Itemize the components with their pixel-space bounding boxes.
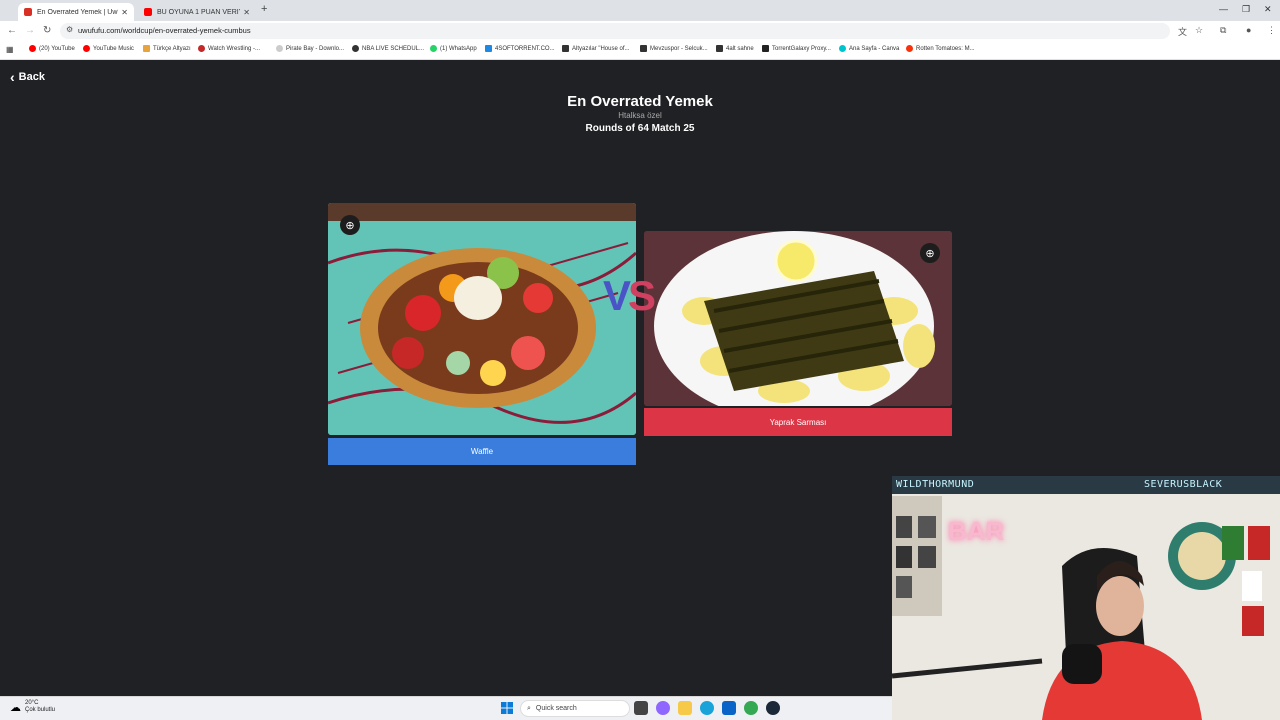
bookmark-4softorrent[interactable]: 4SOFTORRENT.CO... [485,45,555,52]
uwufufu-favicon-icon [24,8,32,16]
zoom-in-icon[interactable]: ⊕ [340,215,360,235]
round-indicator: Rounds of 64 Match 25 [585,123,695,134]
bookmark-altyazilar[interactable]: Altyazılar "House of... [562,45,630,52]
browser-toolbar: ← → ↻ ⚙ uwufufu.com/worldcup/en-overrate… [0,21,1280,41]
apps-grid-icon[interactable]: ▦ [6,45,14,54]
new-tab-plus-icon[interactable]: + [261,3,267,15]
weather-temp: 20°C [25,700,39,706]
tab-youtube-video[interactable]: BU OYUNA 1 PUAN VERİYORUM ✕ [138,3,256,21]
bookmark-star-icon[interactable]: ☆ [1195,25,1203,36]
zoom-in-icon[interactable]: ⊕ [920,243,940,263]
back-button[interactable]: ‹ Back [10,69,45,85]
streamer-name-left: WILDTHORMUND [896,479,975,490]
choose-waffle-button[interactable]: Waffle [328,438,636,465]
bookmarks-bar: ▦ (20) YouTube YouTube Music Türkçe Alty… [0,41,1280,60]
search-icon: ⌕ [527,704,531,712]
bookmark-4alt-sahne[interactable]: 4alt sahne [716,45,754,52]
bookmark-whatsapp[interactable]: (1) WhatsApp [430,45,477,52]
youtube-favicon-icon [144,8,152,16]
windows-start-icon[interactable] [501,702,513,714]
windows-taskbar: ☁ 20°C Çok bulutlu ⌕ Quick search [0,696,892,720]
whatsapp-icon [430,45,437,52]
altyazilar-icon [562,45,569,52]
bookmark-torrentgalaxy[interactable]: TorrentGalaxy Proxy... [762,45,831,52]
bookmark-youtube-music[interactable]: YouTube Music [83,45,134,52]
page-subtitle: Htalksa özel [618,111,662,120]
restore-icon[interactable]: ❐ [1242,4,1250,15]
window-close-icon[interactable]: ✕ [1264,4,1272,15]
weather-widget[interactable]: ☁ 20°C Çok bulutlu [10,700,55,714]
bookmark-canva[interactable]: Ana Sayfa - Canva [839,45,899,52]
menu-kebab-icon[interactable]: ⋮ [1267,25,1276,36]
vs-letter-s: S [628,272,656,319]
file-explorer-icon[interactable] [678,701,692,715]
minimize-icon[interactable]: — [1219,4,1228,14]
bookmark-rotten-tomatoes[interactable]: Rotten Tomatoes: M... [906,45,975,52]
neon-sign: BAR [948,516,1005,546]
back-label: Back [18,71,45,83]
bookmark-watch-wrestling[interactable]: Watch Wrestling -... [198,45,260,52]
bookmark-turkce-altyazi[interactable]: Türkçe Altyazı [143,45,191,52]
weather-condition: Çok bulutlu [25,707,56,713]
search-placeholder: Quick search [535,705,577,712]
forward-arrow-icon[interactable]: → [25,25,35,36]
tab-title: En Overrated Yemek | UwUFUFU [37,8,118,16]
close-icon[interactable]: ✕ [121,8,128,17]
chevron-left-icon: ‹ [10,69,15,85]
profile-icon[interactable]: ● [1246,25,1251,35]
site-info-icon[interactable]: ⚙ [66,25,73,34]
pirate-icon [276,45,283,52]
streamer-name-right: SEVERUSBLACK [1144,479,1223,490]
tab-title: BU OYUNA 1 PUAN VERİYORUM [157,8,240,16]
vs-letter-v: V [603,272,631,319]
altyazi-icon [143,45,150,52]
taskbar-search[interactable]: ⌕ Quick search [520,700,630,717]
edge-icon[interactable] [700,701,714,715]
mevzuspor-icon [640,45,647,52]
webcam-overlay: WILDTHORMUND SEVERUSBLACK BAR [892,476,1280,720]
4alt-icon [716,45,723,52]
url-text: uwufufu.com/worldcup/en-overrated-yemek-… [78,26,251,35]
webcam-scene [892,476,1280,720]
extensions-icon[interactable]: ⧉ [1220,25,1226,36]
bookmark-youtube[interactable]: (20) YouTube [29,45,75,52]
tab-en-overrated-yemek[interactable]: En Overrated Yemek | UwUFUFU ✕ [18,3,134,21]
close-icon[interactable]: ✕ [243,8,250,17]
translate-icon[interactable]: 文 [1178,25,1187,38]
page-title: En Overrated Yemek [567,93,713,110]
back-arrow-icon[interactable]: ← [7,25,17,36]
browser-tab-strip: En Overrated Yemek | UwUFUFU ✕ BU OYUNA … [0,0,1280,21]
youtube-icon [29,45,36,52]
bookmark-nba-schedule[interactable]: NBA LIVE SCHEDUL... [352,45,424,52]
outlook-icon[interactable] [722,701,736,715]
waffle-image[interactable]: ⊕ [328,203,636,435]
reload-icon[interactable]: ↻ [43,25,51,36]
chrome-icon[interactable] [744,701,758,715]
choose-yaprak-sarmasi-button[interactable]: Yaprak Sarması [644,408,952,436]
task-view-icon[interactable] [634,701,648,715]
copilot-icon[interactable] [656,701,670,715]
youtube-music-icon [83,45,90,52]
address-bar[interactable]: ⚙ uwufufu.com/worldcup/en-overrated-yeme… [60,23,1203,39]
bookmark-pirate-bay[interactable]: Pirate Bay - Downlo... [276,45,344,52]
vs-badge: VS [603,272,656,320]
cloud-icon: ☁ [10,701,21,714]
wrestling-icon [198,45,205,52]
tomato-icon [906,45,913,52]
torrentgalaxy-icon [762,45,769,52]
steam-icon[interactable] [766,701,780,715]
torrent-icon [485,45,492,52]
yaprak-sarmasi-image[interactable]: ⊕ [644,231,952,406]
bookmark-mevzuspor[interactable]: Mevzuspor - Selcuk... [640,45,708,52]
yaprak-sarmasi-illustration [644,231,952,406]
canva-icon [839,45,846,52]
nba-icon [352,45,359,52]
waffle-illustration [328,203,636,435]
